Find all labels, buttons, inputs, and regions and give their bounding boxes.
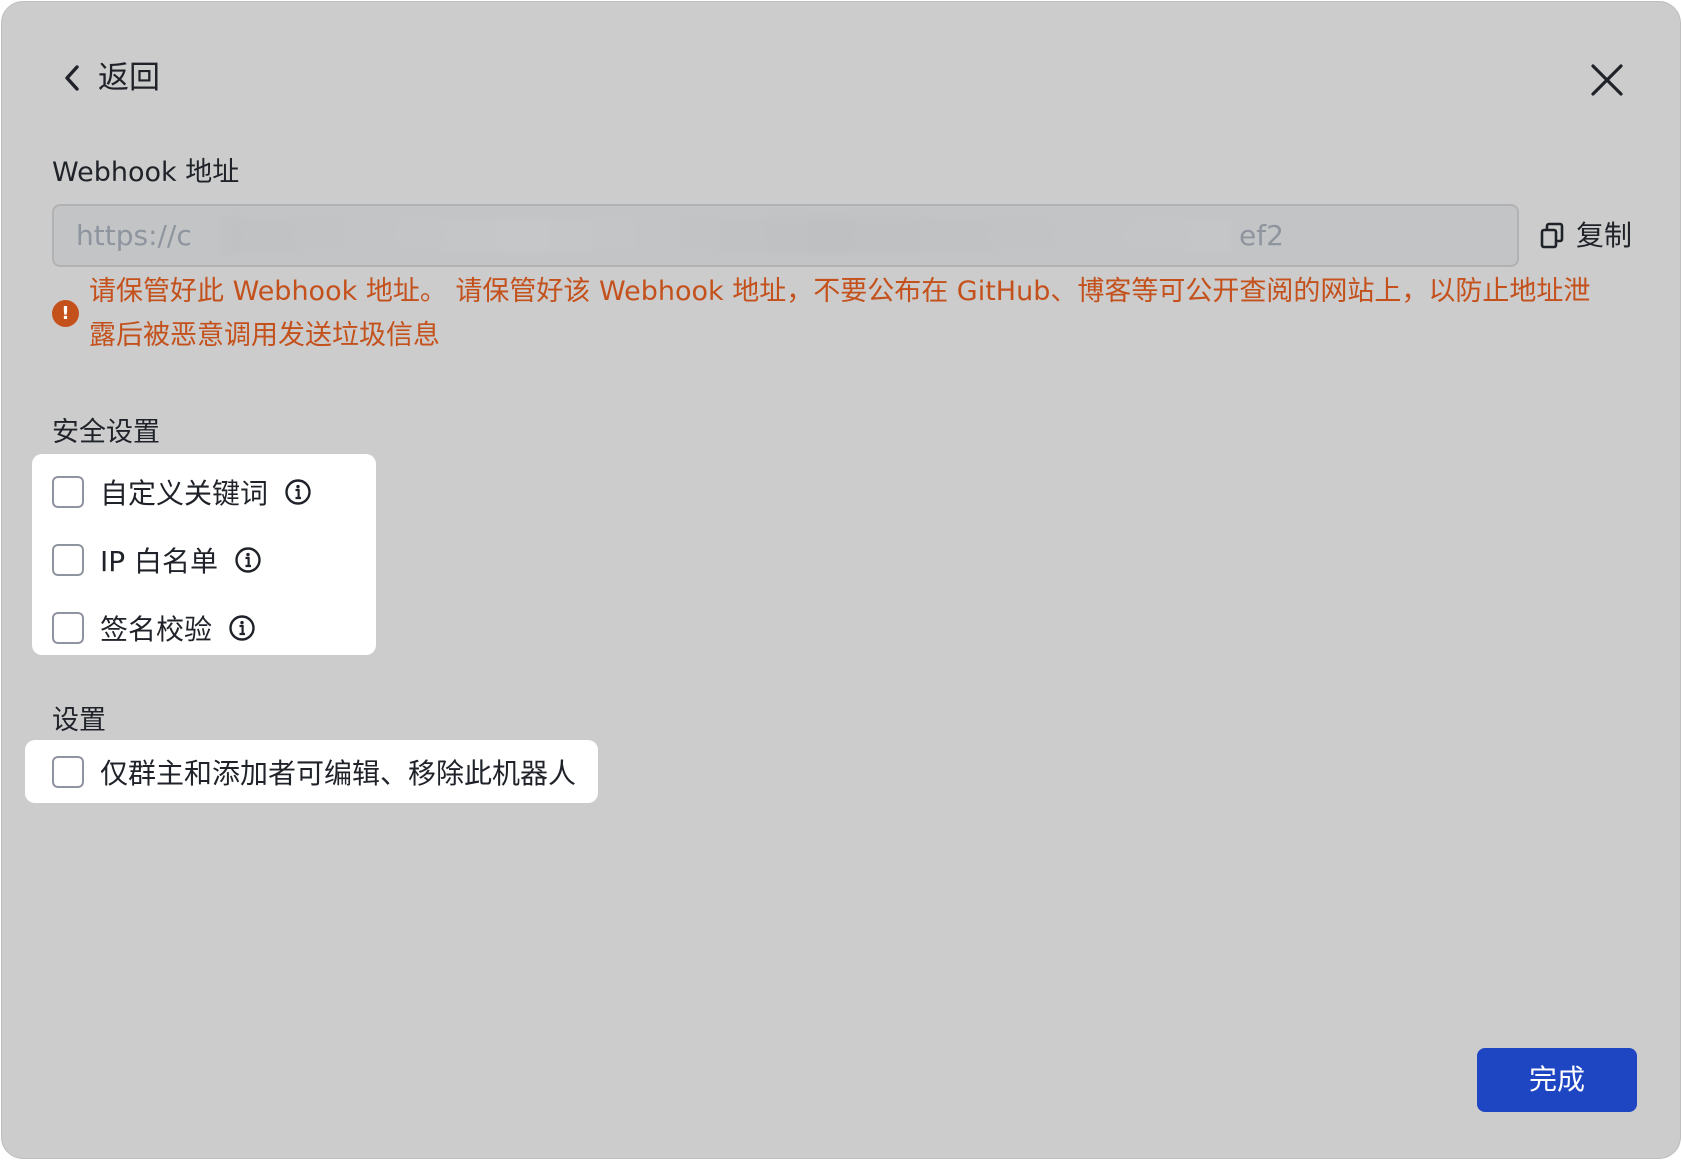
info-icon[interactable] xyxy=(234,546,262,574)
option-label: 签名校验 xyxy=(100,613,213,646)
back-button[interactable]: 返回 xyxy=(60,58,160,98)
webhook-settings-dialog: 返回 Webhook 地址 https://c ef2 复制 ! 请保管好此 W… xyxy=(1,1,1681,1159)
info-icon[interactable] xyxy=(284,478,312,506)
ip-whitelist-checkbox[interactable] xyxy=(52,544,84,576)
settings-title: 设置 xyxy=(52,705,106,736)
signature-verification-checkbox[interactable] xyxy=(52,612,84,644)
webhook-url-redaction xyxy=(222,218,1232,253)
custom-keywords-checkbox[interactable] xyxy=(52,476,84,508)
chevron-left-icon xyxy=(65,65,79,91)
option-label: 自定义关键词 xyxy=(100,477,269,510)
security-settings-title: 安全设置 xyxy=(52,417,160,448)
security-options-panel: 自定义关键词 IP 白名单 签名校验 xyxy=(32,454,376,655)
option-label: IP 白名单 xyxy=(100,545,219,578)
webhook-url-field[interactable]: https://c ef2 xyxy=(52,204,1519,267)
warning-text: 请保管好此 Webhook 地址。 请保管好该 Webhook 地址，不要公布在… xyxy=(89,270,1669,358)
close-button[interactable] xyxy=(1587,60,1627,100)
option-signature-verification[interactable]: 签名校验 xyxy=(52,608,256,648)
close-icon xyxy=(1591,64,1623,96)
back-label: 返回 xyxy=(98,60,160,96)
webhook-url-prefix: https://c xyxy=(76,219,192,252)
warning-icon: ! xyxy=(52,300,79,327)
done-button[interactable]: 完成 xyxy=(1477,1048,1637,1112)
copy-label: 复制 xyxy=(1576,219,1633,252)
info-icon[interactable] xyxy=(228,614,256,642)
copy-icon xyxy=(1540,222,1564,249)
option-owner-only-edit[interactable]: 仅群主和添加者可编辑、移除此机器人 xyxy=(52,752,576,792)
warning-line-1: 请保管好此 Webhook 地址。 请保管好该 Webhook 地址，不要公布在… xyxy=(89,276,1591,307)
copy-button[interactable]: 复制 xyxy=(1540,218,1632,254)
webhook-address-title: Webhook 地址 xyxy=(52,157,240,188)
option-ip-whitelist[interactable]: IP 白名单 xyxy=(52,540,262,580)
owner-only-edit-checkbox[interactable] xyxy=(52,756,84,788)
settings-options-panel: 仅群主和添加者可编辑、移除此机器人 xyxy=(25,740,598,803)
webhook-url-suffix: ef2 xyxy=(1239,219,1284,252)
option-label: 仅群主和添加者可编辑、移除此机器人 xyxy=(100,757,577,790)
warning-line-2: 露后被恶意调用发送垃圾信息 xyxy=(89,320,440,351)
option-custom-keywords[interactable]: 自定义关键词 xyxy=(52,472,312,512)
